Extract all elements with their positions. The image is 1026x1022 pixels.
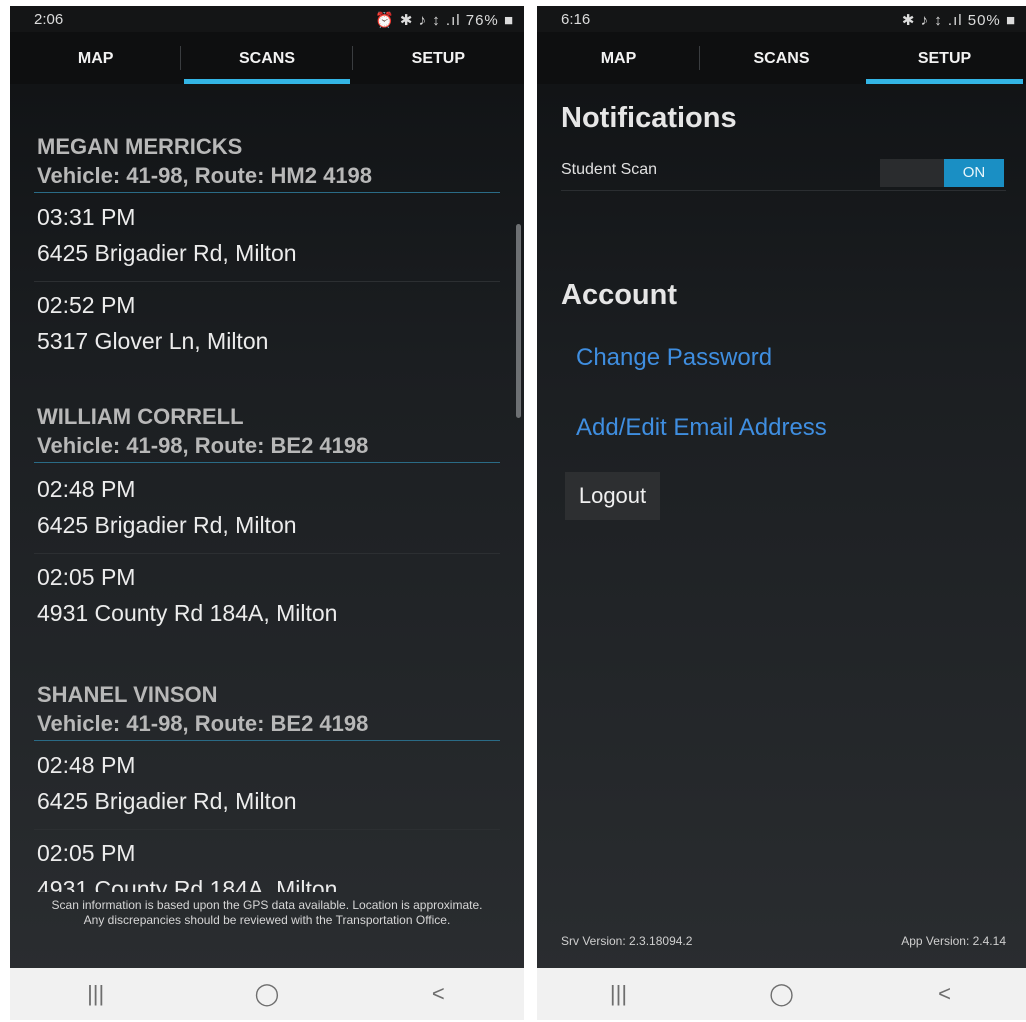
scan-entry[interactable]: 02:05 PM 4931 County Rd 184A, Milton [10,830,524,892]
home-icon[interactable]: ◯ [700,981,863,1007]
student-name: MEGAN MERRICKS [37,134,243,159]
setting-divider [561,190,1006,191]
student-divider [34,740,500,741]
tab-scans-label: SCANS [238,50,295,67]
recents-icon[interactable]: ||| [537,981,700,1007]
status-bar: 6:16 ✱ ♪ ↕ .ıl 50% ■ [537,6,1026,32]
tab-setup[interactable]: SETUP [353,32,524,84]
status-icons: ✱ ♪ ↕ .ıl 50% ■ [901,12,1016,29]
app-version: App Version: 2.4.14 [901,934,1006,948]
status-time: 6:16 [561,11,591,28]
tab-setup-label: SETUP [411,50,465,67]
tab-setup[interactable]: SETUP [863,32,1026,84]
tab-bar: MAP SCANS SETUP [537,32,1026,84]
student-name: SHANEL VINSON [37,682,218,707]
tab-map[interactable]: MAP [537,32,700,84]
student-divider [34,462,500,463]
scan-time: 02:48 PM [37,752,136,778]
account-title: Account [561,279,677,311]
scan-time: 02:52 PM [37,292,136,318]
system-nav-bar: ||| ◯ < [10,968,524,1020]
tab-indicator [866,79,1023,84]
back-icon[interactable]: < [353,981,524,1007]
student-scan-toggle[interactable]: ON [880,159,1004,187]
scan-time: 02:05 PM [37,564,136,590]
scan-address: 5317 Glover Ln, Milton [37,328,269,354]
scan-address: 6425 Brigadier Rd, Milton [37,512,297,538]
logout-button[interactable]: Logout [565,472,660,520]
change-password-link[interactable]: Change Password [576,344,772,372]
system-nav-bar: ||| ◯ < [537,968,1026,1020]
status-bar: 2:06 ⏰ ✱ ♪ ↕ .ıl 76% ■ [10,6,524,32]
notifications-title: Notifications [561,102,737,134]
scan-entry[interactable]: 02:48 PM 6425 Brigadier Rd, Milton [10,742,524,830]
student-vehicle: Vehicle: 41-98, Route: BE2 4198 [37,711,369,736]
scan-time: 02:05 PM [37,840,136,866]
gps-disclaimer: Scan information is based upon the GPS d… [51,898,483,927]
student-vehicle: Vehicle: 41-98, Route: BE2 4198 [37,433,369,458]
scan-address: 4931 County Rd 184A, Milton [37,600,338,626]
status-time: 2:06 [34,11,64,28]
tab-scans[interactable]: SCANS [700,32,863,84]
scan-entry[interactable]: 03:31 PM 6425 Brigadier Rd, Milton [10,194,524,282]
scans-screen: 2:06 ⏰ ✱ ♪ ↕ .ıl 76% ■ MAP SCANS SETUP M… [10,6,524,1020]
student-vehicle: Vehicle: 41-98, Route: HM2 4198 [37,163,373,188]
home-icon[interactable]: ◯ [181,981,352,1007]
add-edit-email-link[interactable]: Add/Edit Email Address [576,414,827,442]
srv-version: Srv Version: 2.3.18094.2 [561,934,693,948]
scan-address: 6425 Brigadier Rd, Milton [37,788,297,814]
tab-scans[interactable]: SCANS [181,32,353,84]
toggle-on-state: ON [944,159,1004,187]
scan-address: 6425 Brigadier Rd, Milton [37,240,297,266]
tab-setup-label: SETUP [917,50,972,67]
tab-bar: MAP SCANS SETUP [10,32,524,84]
tab-map-label: MAP [77,50,114,67]
student-name: WILLIAM CORRELL [37,404,244,429]
student-divider [34,192,500,193]
status-icons: ⏰ ✱ ♪ ↕ .ıl 76% ■ [375,12,514,29]
scan-list[interactable]: MEGAN MERRICKS Vehicle: 41-98, Route: HM… [10,84,524,892]
scan-time: 03:31 PM [37,204,136,230]
setup-screen: 6:16 ✱ ♪ ↕ .ıl 50% ■ MAP SCANS SETUP Not… [537,6,1026,1020]
scan-entry[interactable]: 02:05 PM 4931 County Rd 184A, Milton [10,554,524,642]
recents-icon[interactable]: ||| [10,981,181,1007]
scan-entry[interactable]: 02:52 PM 5317 Glover Ln, Milton [10,282,524,370]
student-scan-label: Student Scan [561,161,658,178]
scrollbar[interactable] [516,224,521,418]
tab-scans-label: SCANS [753,50,810,67]
scan-time: 02:48 PM [37,476,136,502]
tab-map-label: MAP [600,50,637,67]
tab-map[interactable]: MAP [10,32,182,84]
back-icon[interactable]: < [863,981,1026,1007]
scan-entry[interactable]: 02:48 PM 6425 Brigadier Rd, Milton [10,466,524,554]
scan-address: 4931 County Rd 184A, Milton [37,876,338,892]
